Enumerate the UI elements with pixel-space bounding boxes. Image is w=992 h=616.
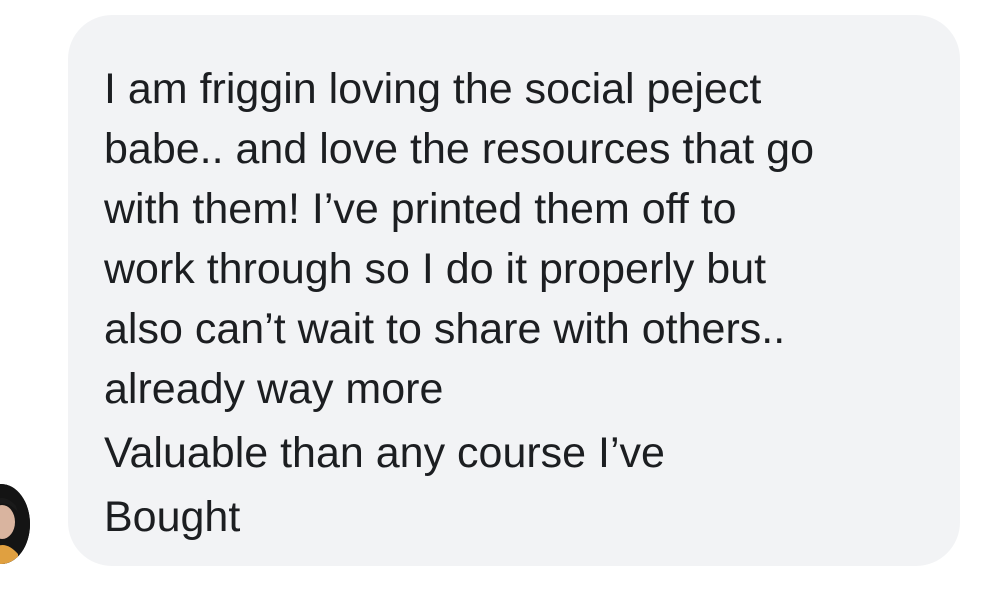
message-bubble[interactable]: I am friggin loving the social peject ba…	[68, 15, 960, 566]
message-line: also can’t wait to share with others..	[104, 305, 786, 353]
message-line: already way more	[104, 365, 444, 413]
message-line: Valuable than any course I’ve	[104, 429, 665, 477]
message-line: with them! I’ve printed them off to	[104, 185, 737, 233]
message-line: babe.. and love the resources that go	[104, 125, 814, 173]
message-line: work through so I do it properly but	[104, 245, 767, 293]
message-line: I am friggin loving the social peject	[104, 65, 762, 113]
avatar-photo-icon	[0, 484, 30, 564]
sender-avatar[interactable]	[0, 484, 30, 564]
message-line: Bought	[104, 493, 241, 541]
chat-screen: I am friggin loving the social peject ba…	[0, 0, 992, 616]
